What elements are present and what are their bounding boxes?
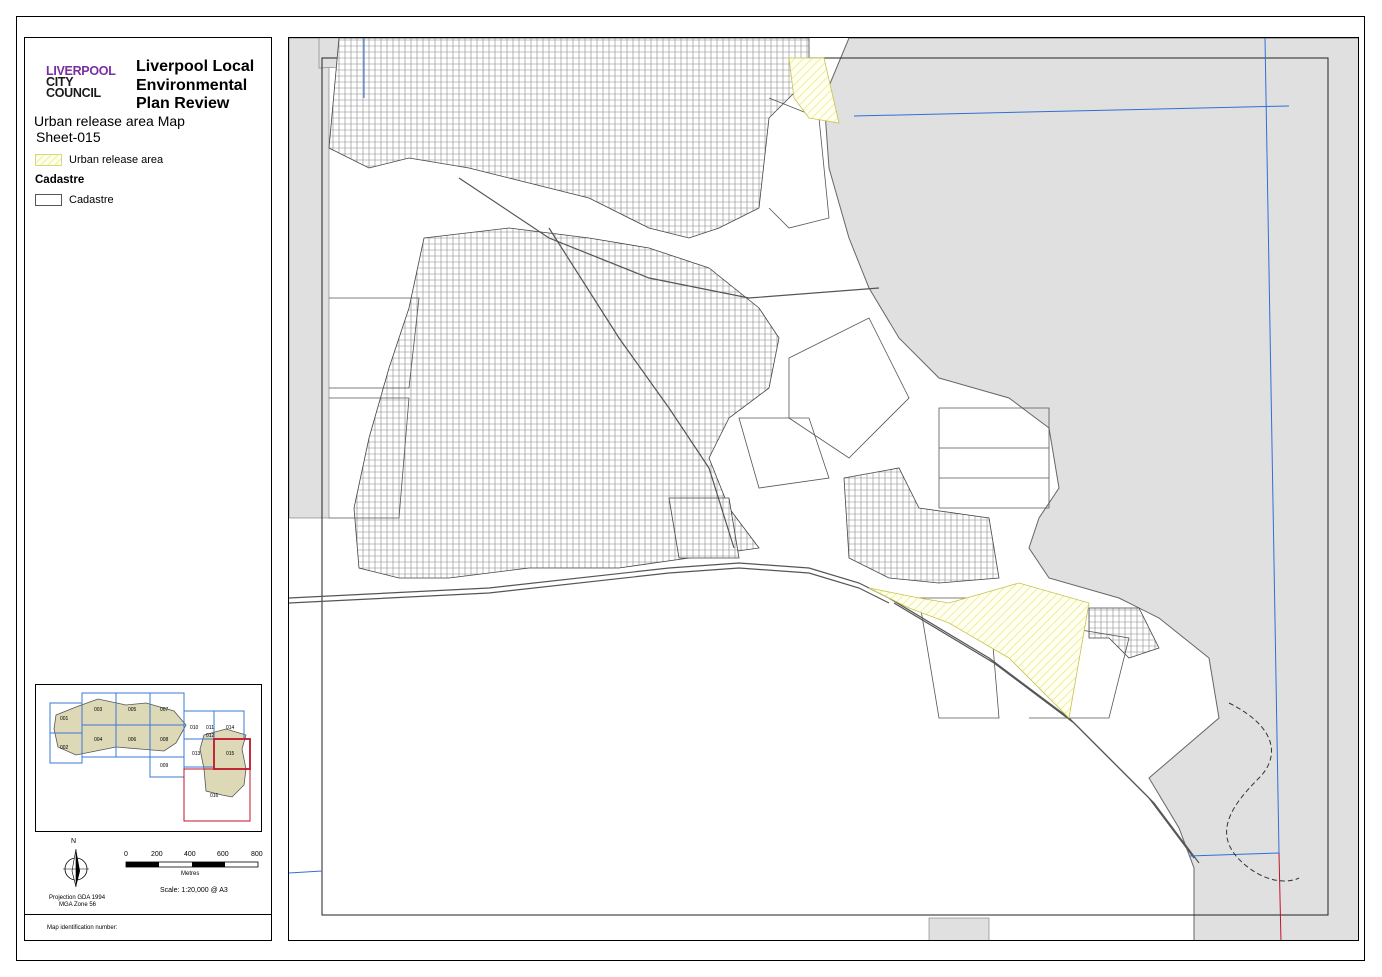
key-map-label-014: 014 xyxy=(226,725,235,731)
key-map-label-015: 015 xyxy=(226,751,235,757)
cadastre-urban-north xyxy=(328,38,810,239)
legend-label-cadastre: Cadastre xyxy=(69,194,114,206)
key-map-label-005: 005 xyxy=(128,707,137,713)
scale-bar-graphic xyxy=(125,861,259,868)
map-id-label: Map identification number: xyxy=(47,925,118,931)
map-series-title: Liverpool Local Environmental Plan Revie… xyxy=(136,58,255,112)
key-map: 001 002 003 004 005 006 007 008 009 010 … xyxy=(35,684,262,832)
projection-label: Projection GDA 1994 xyxy=(49,895,106,901)
scale-text: Scale: 1:20,000 @ A3 xyxy=(160,887,228,894)
urban-release-swatch xyxy=(35,154,62,166)
legend-panel: LIVERPOOL CITY COUNCIL Liverpool Local E… xyxy=(24,37,272,941)
scale-tick-400: 400 xyxy=(184,851,196,858)
key-map-label-001: 001 xyxy=(60,716,69,722)
key-map-label-010: 010 xyxy=(190,725,199,731)
north-label: N xyxy=(71,838,77,845)
key-map-label-007: 007 xyxy=(160,707,169,713)
key-map-label-011: 011 xyxy=(206,725,214,731)
cadastre-urban-east xyxy=(843,467,1000,584)
boundary-line-west xyxy=(289,870,323,874)
scale-tick-800: 800 xyxy=(251,851,263,858)
key-map-label-008: 008 xyxy=(160,737,169,743)
scale-tick-200: 200 xyxy=(151,851,163,858)
scale-unit: Metres xyxy=(181,871,200,877)
key-map-label-004: 004 xyxy=(94,737,103,743)
map-title-block: Urban release area Map Sheet-015 xyxy=(34,113,185,145)
legend-label-urban-release: Urban release area xyxy=(69,154,164,166)
zone-label: MGA Zone 56 xyxy=(59,902,97,908)
key-map-label-013: 013 xyxy=(192,751,201,757)
north-arrow-icon xyxy=(63,848,89,888)
cadastre-urban-small xyxy=(668,497,740,559)
outside-area-west xyxy=(289,38,330,519)
scale-bar: 0 200 400 600 800 Metres xyxy=(124,851,263,891)
key-map-label-016: 016 xyxy=(210,793,219,799)
scale-tick-600: 600 xyxy=(217,851,229,858)
map-title: Urban release area Map xyxy=(34,113,185,129)
sheet-number: Sheet-015 xyxy=(36,128,101,145)
key-map-label-006: 006 xyxy=(128,737,137,743)
logo-line-3: COUNCIL xyxy=(46,86,101,100)
key-map-label-009: 009 xyxy=(160,763,169,769)
map-frame xyxy=(288,37,1359,941)
cadastre-swatch xyxy=(35,194,62,206)
key-map-label-012: 012 xyxy=(206,733,215,739)
key-map-label-002: 002 xyxy=(60,745,69,751)
legend-group-heading: Cadastre xyxy=(35,174,85,186)
council-logo: LIVERPOOL CITY COUNCIL xyxy=(46,65,116,100)
outside-area-south xyxy=(928,917,990,940)
key-map-drawing: 001 002 003 004 005 006 007 008 009 010 … xyxy=(49,692,251,822)
urban-release-north xyxy=(788,57,840,124)
legend-divider xyxy=(25,914,271,915)
scale-tick-0: 0 xyxy=(124,851,128,858)
urban-release-southeast xyxy=(868,582,1090,719)
map-canvas xyxy=(289,38,1358,940)
key-map-label-003: 003 xyxy=(94,707,103,713)
